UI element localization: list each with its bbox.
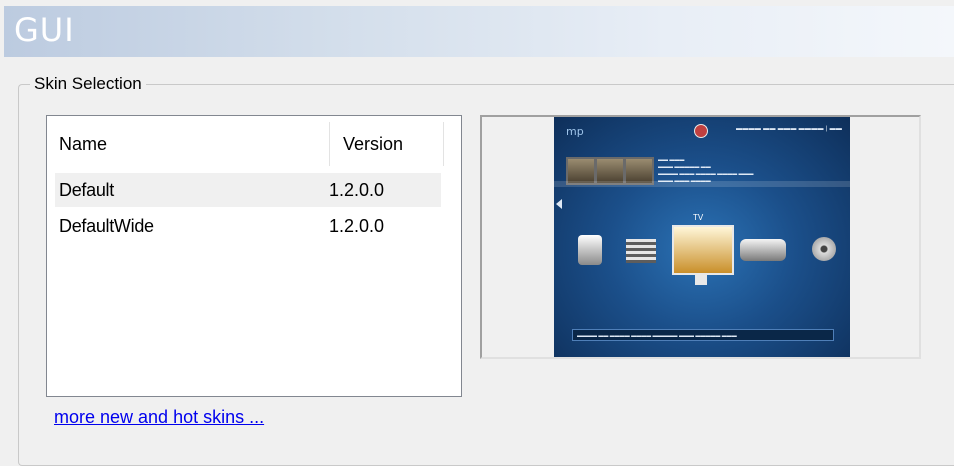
preview-ticker: ▬▬▬▬ ▬▬ ▬▬▬▬ ▬▬▬▬ ▬▬▬▬▬ ▬▬▬ ▬▬▬▬▬ ▬▬▬ — [572, 329, 834, 341]
arrow-left-icon — [556, 199, 562, 209]
clock-icon — [694, 124, 708, 138]
preview-divider — [554, 181, 850, 187]
film-icon — [626, 239, 656, 263]
camera-icon — [578, 235, 602, 265]
skin-row-defaultwide[interactable]: DefaultWide 1.2.0.0 — [55, 209, 441, 243]
skin-preview-image: mp ▬▬▬▬ ▬▬ ▬▬▬ ▬▬▬▬ | ▬▬ ▬▬ ▬▬▬ ▬▬▬ ▬▬▬▬▬… — [554, 117, 850, 357]
preview-tv-label: TV — [693, 213, 704, 222]
skin-name-cell: Default — [59, 180, 114, 200]
skin-selection-legend: Skin Selection — [30, 72, 146, 96]
column-header-version[interactable]: Version — [329, 116, 443, 172]
section-header: GUI — [4, 6, 954, 57]
preview-date-placeholder: ▬▬▬▬ ▬▬ ▬▬▬ ▬▬▬▬ | ▬▬ — [736, 126, 843, 132]
column-separator[interactable] — [443, 122, 444, 166]
skin-version-cell: 1.2.0.0 — [329, 216, 385, 236]
skin-list[interactable]: Name Version Default 1.2.0.0 DefaultWide… — [46, 115, 462, 397]
tv-stand-icon — [695, 275, 707, 285]
skin-list-header: Name Version — [47, 116, 461, 172]
page-title: GUI — [14, 11, 75, 49]
skin-preview-frame: mp ▬▬▬▬ ▬▬ ▬▬▬ ▬▬▬▬ | ▬▬ ▬▬ ▬▬▬ ▬▬▬ ▬▬▬▬▬… — [480, 115, 921, 359]
tv-icon — [672, 225, 734, 275]
preview-logo: mp — [566, 125, 584, 138]
disc-icon — [812, 237, 836, 261]
skin-row-default[interactable]: Default 1.2.0.0 — [55, 173, 441, 207]
thumbnail-image — [626, 159, 652, 183]
radio-icon — [740, 239, 786, 261]
more-skins-link[interactable]: more new and hot skins ... — [54, 407, 264, 428]
column-header-name[interactable]: Name — [47, 116, 329, 172]
thumbnail-image — [597, 159, 623, 183]
skin-version-cell: 1.2.0.0 — [329, 180, 385, 200]
skin-name-cell: DefaultWide — [59, 216, 154, 236]
thumbnail-image — [568, 159, 594, 183]
